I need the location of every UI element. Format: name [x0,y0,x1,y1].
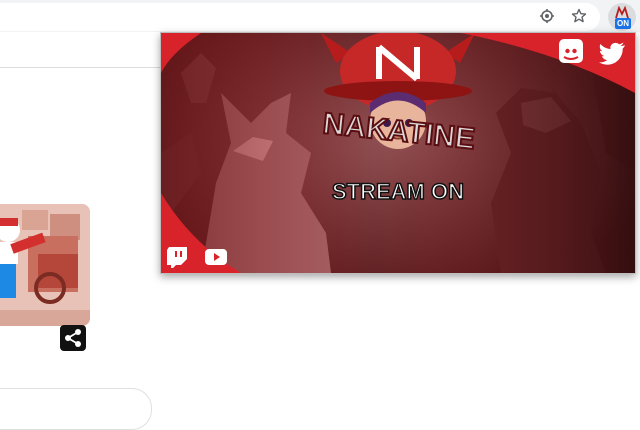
extension-button[interactable]: ON [608,3,636,31]
thumbnail-artwork [0,204,90,326]
share-button[interactable] [60,325,86,351]
bookmark-star-icon[interactable] [569,6,589,26]
share-icon [65,329,81,347]
youtube-icon[interactable] [205,249,227,265]
extension-popup: N NAKATINE STREAM ON [160,32,636,274]
discord-icon[interactable] [559,39,583,63]
page-element-partial [0,388,152,430]
location-icon[interactable] [537,6,557,26]
video-thumbnail[interactable] [0,204,90,326]
extension-badge: ON [615,18,631,29]
stream-status: STREAM ON [332,179,464,204]
address-bar[interactable] [0,3,600,31]
stream-banner: N NAKATINE STREAM ON [161,33,635,273]
page-divider [0,67,160,68]
browser-toolbar: ON [0,0,640,32]
